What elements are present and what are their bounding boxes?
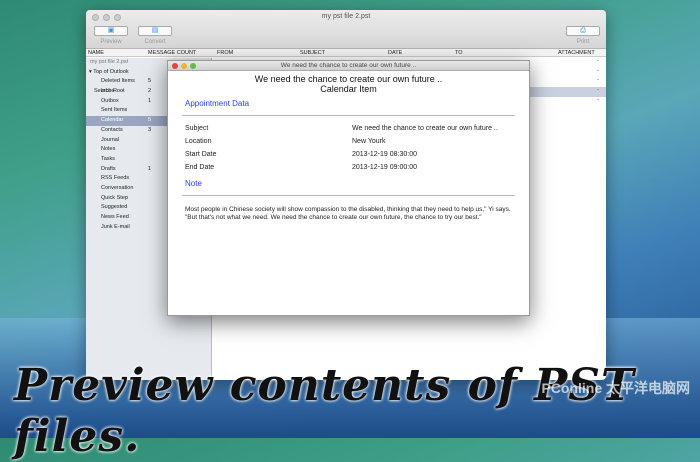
folder-count: 5 [148, 117, 152, 124]
preview-dialog: We need the chance to create our own fut… [167, 60, 530, 316]
col-name[interactable]: NAME [88, 50, 104, 56]
col-date[interactable]: DATE [388, 50, 402, 56]
folder-count: 1 [148, 97, 152, 104]
convert-icon: ▤ [151, 27, 159, 34]
note-section-title: Note [185, 179, 202, 188]
folder-label: Tasks [101, 155, 116, 162]
item-type: Calendar Item [320, 84, 377, 94]
field-label: Subject [185, 125, 209, 132]
print-button[interactable]: ⎙ [566, 26, 600, 36]
field-value: We need the chance to create our own fut… [352, 125, 498, 132]
toolbar: my pst file 2.pst ▣ Preview ▤ Convert ⎙ … [86, 10, 606, 49]
col-from[interactable]: FROM [217, 50, 233, 56]
print-label: Print [576, 39, 590, 45]
folder-count: 3 [148, 126, 152, 133]
field-row: Subject We need the chance to create our … [168, 125, 529, 138]
col-message-count[interactable]: MESSAGE COUNT [148, 50, 196, 56]
col-attachment[interactable]: ATTACHMENT [558, 50, 595, 56]
field-row: Location New Yourk [168, 138, 529, 151]
preview-icon: ▣ [107, 27, 115, 34]
divider [182, 195, 515, 196]
folder-label: Contacts [101, 126, 123, 133]
item-heading: We need the chance to create our own fut… [254, 74, 443, 84]
col-to[interactable]: TO [455, 50, 463, 56]
folder-label: Outbox [101, 97, 119, 104]
dialog-close-button[interactable] [172, 63, 178, 69]
watermark: PConline 太平洋电脑网 [541, 380, 690, 396]
folder-label: Conversation [101, 184, 134, 191]
convert-label: Convert [144, 39, 166, 45]
field-row: End Date 2013-12-19 09:00:00 [168, 164, 529, 177]
dialog-zoom-button[interactable] [190, 63, 196, 69]
folder-label: Drafts [101, 165, 116, 172]
print-icon: ⎙ [580, 27, 586, 34]
folder-count: 5 [148, 78, 152, 85]
field-label: End Date [185, 164, 215, 171]
promo-caption: Preview contents of PST files. [14, 360, 635, 462]
field-value: 2013-12-19 09:00:00 [352, 164, 417, 171]
folder-label: Quick Step [101, 194, 128, 201]
folder-label: Junk E-mail [101, 223, 130, 230]
folder-label: Calendar [101, 117, 124, 124]
dialog-titlebar: We need the chance to create our own fut… [168, 61, 529, 71]
convert-button[interactable]: ▤ [138, 26, 172, 36]
folder-label: Deleted Items [101, 78, 135, 85]
folder-label: Notes [101, 146, 116, 153]
note-body: Most people in Chinese society will show… [185, 206, 511, 221]
folder-count: 1 [148, 165, 152, 172]
dialog-minimize-button[interactable] [181, 63, 187, 69]
field-value: 2013-12-19 08:30:00 [352, 151, 417, 158]
folder-label: RSS Feeds [101, 175, 130, 182]
window-title: my pst file 2.pst [321, 13, 371, 20]
column-header: NAME MESSAGE COUNT FROM SUBJECT DATE TO … [86, 49, 606, 57]
field-row: Start Date 2013-12-19 08:30:00 [168, 151, 529, 164]
field-value: New Yourk [352, 138, 386, 145]
field-label: Location [185, 138, 212, 145]
folder-label: Sent Items [101, 107, 128, 114]
preview-button[interactable]: ▣ [94, 26, 128, 36]
col-subject[interactable]: SUBJECT [300, 50, 325, 56]
folder-label: News Feed [101, 214, 129, 220]
appointment-section-title: Appointment Data [185, 99, 250, 108]
folder-label: Suggested [101, 204, 128, 211]
preview-label: Preview [100, 39, 122, 45]
dialog-title: We need the chance to create our own fut… [280, 62, 417, 69]
field-label: Start Date [185, 151, 217, 158]
folder-label: Journal [101, 136, 120, 143]
